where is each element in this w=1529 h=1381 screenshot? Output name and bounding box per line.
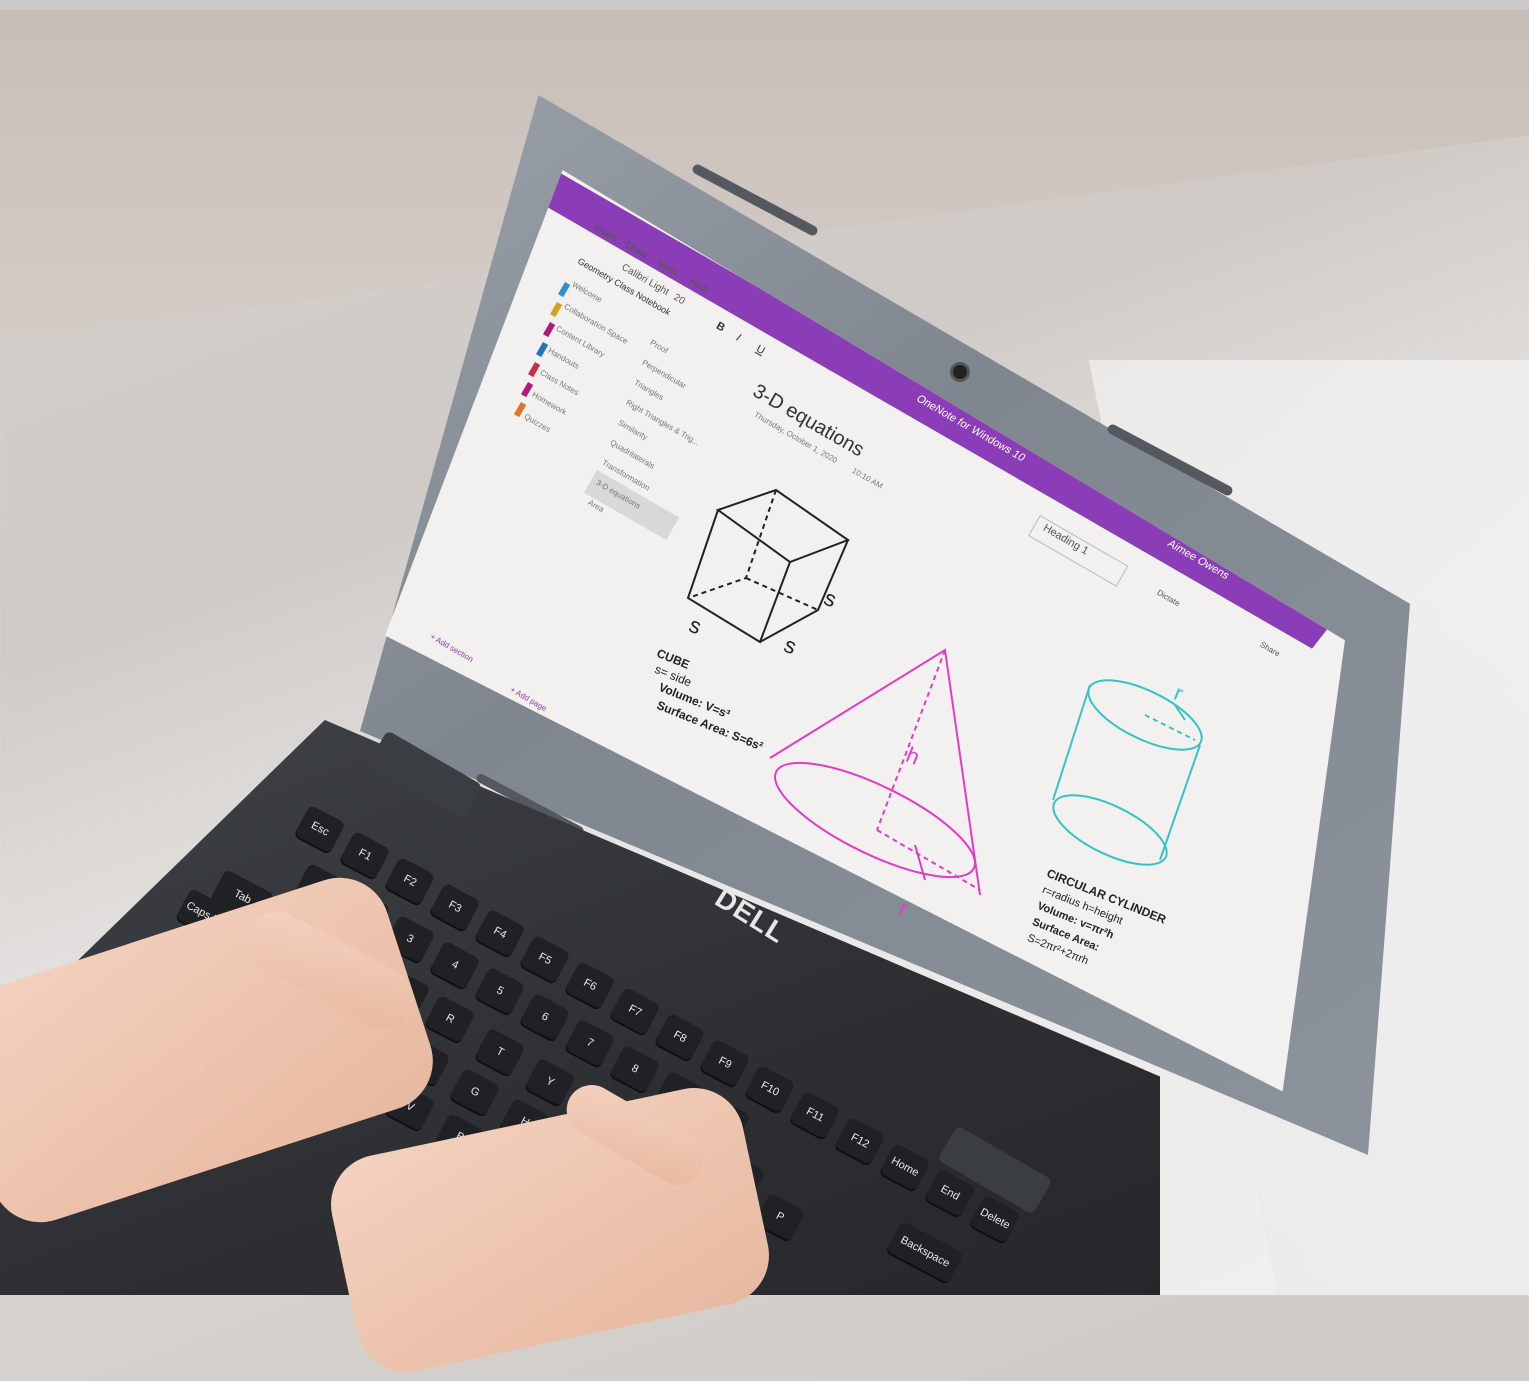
key-label: 5 <box>494 984 506 998</box>
underline-button[interactable]: U <box>754 343 767 357</box>
key-label: Esc <box>309 819 331 839</box>
key-label: F2 <box>401 872 419 890</box>
key-label: 3 <box>404 932 416 946</box>
page-triangles[interactable]: Triangles <box>633 378 666 402</box>
key-label: G <box>468 1084 482 1100</box>
page-time: 10:10 AM <box>850 466 885 491</box>
key-label: F1 <box>356 846 374 864</box>
section-quizzes[interactable]: Quizzes <box>523 412 553 434</box>
font-size-select[interactable]: 20 <box>672 292 687 307</box>
page-similarity[interactable]: Similarity <box>617 418 650 442</box>
key-label: F4 <box>491 924 509 942</box>
bold-button[interactable]: B <box>714 320 727 334</box>
section-color-content-library <box>543 322 556 338</box>
dictate-button[interactable]: Dictate <box>1156 588 1182 608</box>
key-label: F11 <box>804 1105 826 1125</box>
top-strip <box>0 0 1529 10</box>
webcam <box>950 362 970 382</box>
key-label: 8 <box>629 1062 641 1076</box>
key-label: F7 <box>626 1002 644 1020</box>
italic-button[interactable]: I <box>734 332 743 344</box>
key-label: End <box>938 1183 962 1203</box>
add-section-button[interactable]: + Add section <box>429 632 475 664</box>
key-label: Delete <box>978 1206 1012 1232</box>
section-homework[interactable]: Homework <box>531 390 569 417</box>
share-button[interactable]: Share <box>1259 640 1282 658</box>
key-label: 4 <box>449 958 461 972</box>
key-label: F5 <box>536 950 554 968</box>
key-label: Y <box>543 1074 557 1090</box>
key-label: Home <box>889 1154 921 1180</box>
key-label: F3 <box>446 898 464 916</box>
key-label: F10 <box>758 1079 782 1099</box>
section-handouts[interactable]: Handouts <box>547 346 581 371</box>
page-proof[interactable]: Proof <box>649 338 670 355</box>
key-label: F8 <box>671 1028 689 1046</box>
key-label: F6 <box>581 976 599 994</box>
page-right-triangles[interactable]: Right Triangles & Trig... <box>625 398 702 447</box>
section-color-collaboration <box>550 302 563 318</box>
key-label: 6 <box>539 1010 551 1024</box>
section-color-handouts <box>536 342 549 358</box>
key-label: T <box>494 1045 506 1059</box>
section-welcome[interactable]: Welcome <box>571 280 604 304</box>
key-label: 7 <box>584 1036 596 1050</box>
section-color-welcome <box>558 282 571 298</box>
key-label: P <box>773 1209 787 1225</box>
key-label: F9 <box>716 1054 734 1072</box>
key-label: F12 <box>848 1131 872 1151</box>
key-label: R <box>443 1011 457 1027</box>
section-class-notes[interactable]: Class Notes <box>539 368 581 397</box>
